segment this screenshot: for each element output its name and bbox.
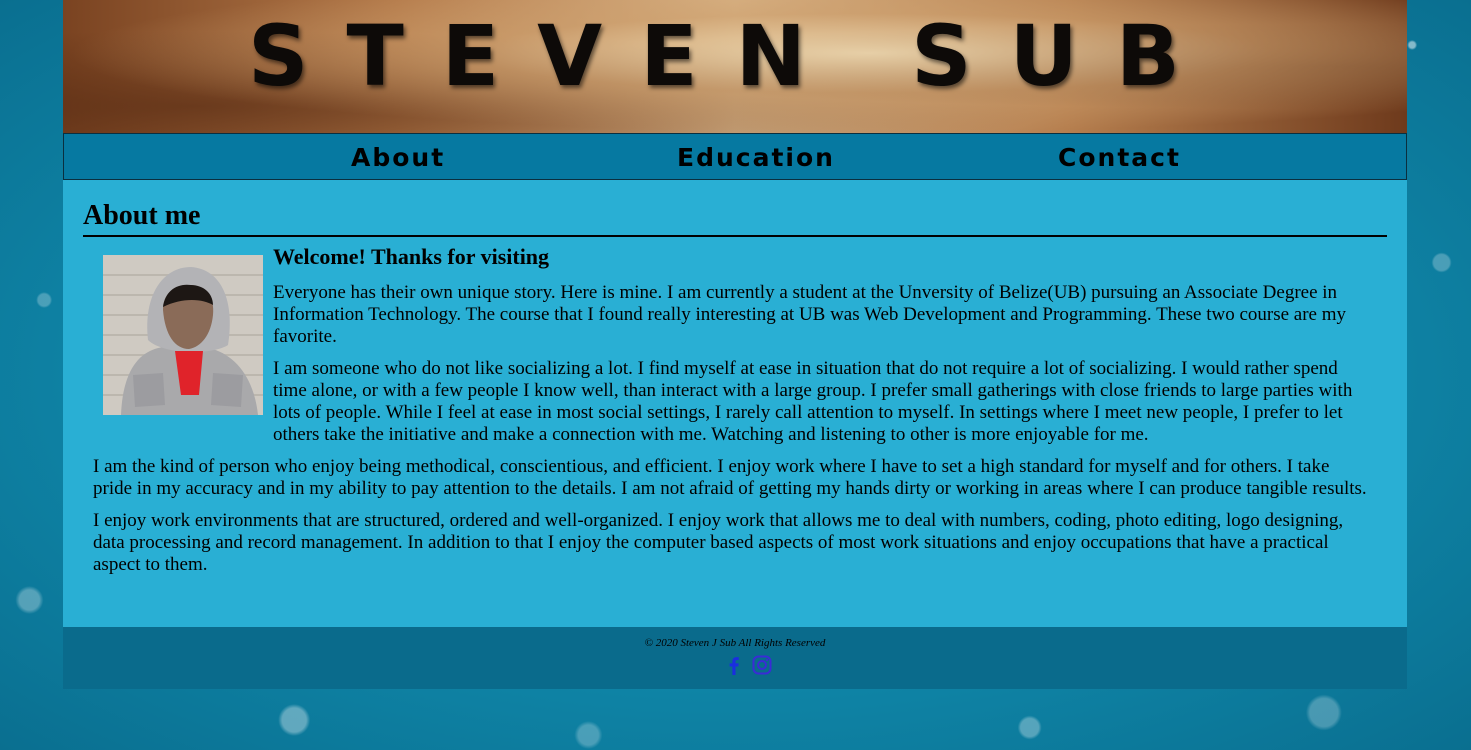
welcome-heading: Welcome! Thanks for visiting xyxy=(273,244,550,269)
about-section: About me Welcome! Thanks for visiting Ev… xyxy=(83,197,1387,575)
nav-link-about[interactable]: About xyxy=(351,134,445,179)
nav-link-contact[interactable]: Contact xyxy=(1058,134,1181,179)
about-text: Welcome! Thanks for visiting Everyone ha… xyxy=(93,244,1373,586)
about-paragraph: I am someone who do not like socializing… xyxy=(273,358,1353,445)
about-paragraph: Everyone has their own unique story. Her… xyxy=(273,282,1346,347)
about-paragraph: I enjoy work environments that are struc… xyxy=(93,510,1344,575)
copyright-text: © 2020 Steven J Sub All Rights Reserved xyxy=(644,637,826,649)
footer: © 2020 Steven J Sub All Rights Reserved xyxy=(63,627,1407,689)
about-paragraph: I am the kind of person who enjoy being … xyxy=(93,456,1367,499)
facebook-icon[interactable] xyxy=(723,654,745,676)
nav-link-education[interactable]: Education xyxy=(677,134,835,179)
instagram-icon[interactable] xyxy=(751,654,773,676)
header-banner: STEVEN SUB xyxy=(63,0,1407,133)
section-title: About me xyxy=(83,197,1387,237)
main-nav: About Education Contact xyxy=(63,133,1407,180)
site-title: STEVEN SUB xyxy=(248,7,1218,105)
page-container: STEVEN SUB About Education Contact About… xyxy=(63,0,1407,689)
